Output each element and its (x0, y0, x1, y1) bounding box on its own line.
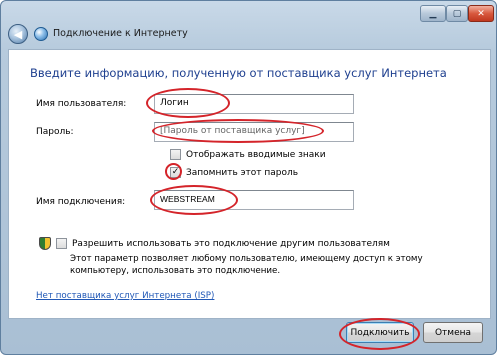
connect-button[interactable]: Подключить (346, 322, 414, 343)
network-globe-icon (34, 27, 48, 41)
remember-password-label: Запомнить этот пароль (186, 167, 299, 178)
username-label: Имя пользователя: (36, 99, 127, 109)
show-characters-option[interactable]: Отображать вводимые знаки (170, 149, 326, 160)
username-field[interactable]: Логин (154, 94, 354, 114)
back-button[interactable]: ◀ (8, 24, 28, 44)
minimize-button[interactable]: ▁ (420, 5, 446, 22)
show-characters-checkbox[interactable] (170, 149, 181, 160)
title-bar: ▁ ▢ ✕ ◀ Подключение к Интернету (1, 1, 496, 49)
page-heading: Введите информацию, полученную от постав… (30, 66, 447, 80)
remember-password-checkbox[interactable]: ✓ (170, 167, 181, 178)
checkmark-icon: ✓ (171, 167, 180, 177)
allow-others-checkbox[interactable] (56, 238, 67, 249)
allow-others-label: Разрешить использовать это подключение д… (72, 238, 390, 249)
connection-name-field[interactable]: WEBSTREAM (154, 190, 354, 210)
password-field[interactable]: [Пароль от поставщика услуг] (154, 122, 354, 142)
wizard-content (8, 49, 491, 319)
remember-password-option[interactable]: ✓ Запомнить этот пароль (170, 167, 298, 178)
show-characters-label: Отображать вводимые знаки (186, 149, 326, 160)
allow-others-description: Этот параметр позволяет любому пользоват… (70, 254, 423, 276)
cancel-button[interactable]: Отмена (423, 322, 483, 343)
maximize-button[interactable]: ▢ (446, 5, 468, 22)
arrow-left-icon: ◀ (13, 27, 23, 41)
allow-others-option[interactable]: Разрешить использовать это подключение д… (56, 238, 390, 249)
password-label: Пароль: (36, 127, 74, 137)
close-button[interactable]: ✕ (468, 5, 494, 22)
window-title: Подключение к Интернету (53, 28, 188, 39)
connection-name-label: Имя подключения: (36, 197, 126, 207)
no-isp-link[interactable]: Нет поставщика услуг Интернета (ISP) (36, 291, 214, 301)
uac-shield-icon (39, 237, 51, 250)
